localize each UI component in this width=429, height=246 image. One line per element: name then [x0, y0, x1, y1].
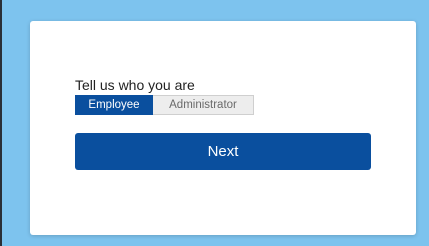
role-option-administrator[interactable]: Administrator [153, 95, 254, 115]
role-prompt-label: Tell us who you are [75, 77, 195, 93]
role-option-employee[interactable]: Employee [75, 95, 153, 115]
role-selection-card: Tell us who you are Employee Administrat… [30, 21, 416, 235]
next-button[interactable]: Next [75, 133, 371, 170]
role-toggle: Employee Administrator [75, 95, 254, 115]
window-frame-edge [0, 0, 2, 246]
